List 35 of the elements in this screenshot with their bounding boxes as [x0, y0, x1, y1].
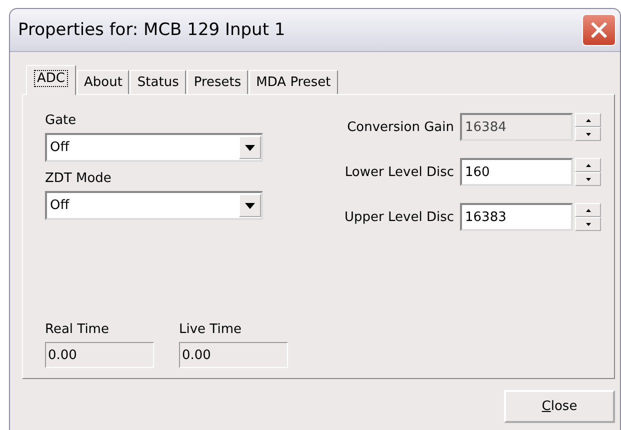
spin-down-button[interactable]	[575, 127, 601, 141]
field-label: Real Time	[45, 322, 110, 337]
close-icon[interactable]	[582, 14, 616, 46]
readonly-field: 0.00	[179, 342, 288, 368]
field-label: Live Time	[179, 322, 242, 337]
window-title: Properties for: MCB 129 Input 1	[18, 20, 286, 40]
field-label: Conversion Gain	[346, 120, 454, 134]
tab[interactable]: Presets	[186, 70, 248, 94]
dropdown[interactable]: Off	[45, 133, 263, 162]
spin-down-button[interactable]	[575, 172, 601, 186]
number-field[interactable]: 16383	[460, 203, 573, 231]
down-arrow-icon	[586, 132, 590, 136]
up-arrow-icon	[586, 208, 590, 212]
tab[interactable]: MDA Preset	[249, 70, 338, 94]
close-button[interactable]: Close	[504, 390, 615, 423]
down-arrow-icon	[586, 178, 590, 180]
tab[interactable]: ADC	[26, 65, 76, 95]
field-label: Upper Level Disc	[344, 210, 454, 224]
up-arrow-icon	[586, 164, 590, 166]
dropdown[interactable]: Off	[45, 191, 263, 220]
field-label: Gate	[45, 113, 78, 128]
down-arrow-icon	[586, 222, 590, 226]
field-label: ZDT Mode	[45, 171, 112, 186]
dropdown-arrow-icon	[245, 144, 255, 150]
number-field[interactable]: 160	[460, 158, 573, 186]
spin-down-button[interactable]	[575, 217, 601, 231]
dropdown-arrow-icon	[245, 202, 255, 208]
readonly-field: 0.00	[45, 342, 154, 368]
tab[interactable]: About	[76, 70, 130, 94]
field-label: Lower Level Disc	[344, 164, 454, 180]
tab[interactable]: Status	[130, 70, 186, 94]
spin-up-button[interactable]	[575, 203, 601, 217]
up-arrow-icon	[586, 118, 590, 122]
spin-up-button[interactable]	[575, 158, 601, 172]
spin-up-button[interactable]	[575, 113, 601, 127]
